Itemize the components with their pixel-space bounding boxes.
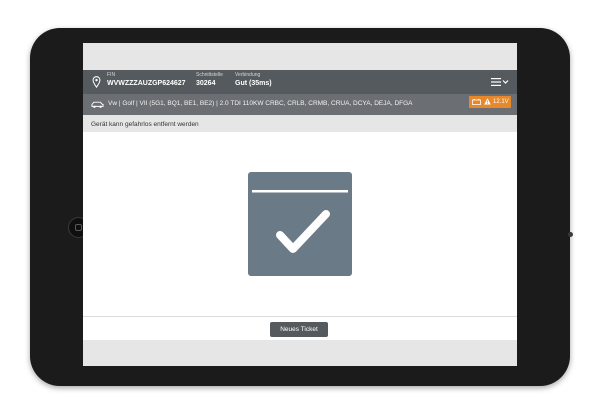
connection-field: Verbindung Gut (35ms) bbox=[235, 72, 272, 89]
status-message: Gerät kann gefahrlos entfernt werden bbox=[91, 121, 199, 128]
footer-bar: Neues Ticket bbox=[83, 316, 517, 340]
connection-label: Verbindung bbox=[235, 72, 261, 78]
chevron-down-icon bbox=[502, 80, 509, 84]
battery-status-badge[interactable]: 12.1V bbox=[469, 96, 511, 108]
header-bar: FIN WVWZZZAUZGP624627 Schnittstelle 3026… bbox=[83, 70, 517, 94]
vehicle-bar: Vw | Golf | VII (5G1, BQ1, BE1, BE2) | 2… bbox=[83, 94, 517, 115]
menu-dropdown-button[interactable] bbox=[490, 76, 510, 88]
location-pin-icon bbox=[92, 76, 101, 88]
vehicle-description: Vw | Golf | VII (5G1, BQ1, BE1, BE2) | 2… bbox=[108, 100, 413, 107]
interface-label: Schnittstelle bbox=[196, 72, 223, 78]
battery-voltage: 12.1V bbox=[493, 99, 509, 105]
app-screen: FIN WVWZZZAUZGP624627 Schnittstelle 3026… bbox=[83, 43, 517, 366]
battery-icon bbox=[472, 99, 481, 105]
new-ticket-button[interactable]: Neues Ticket bbox=[270, 322, 328, 337]
success-panel bbox=[248, 172, 352, 276]
hamburger-icon bbox=[491, 78, 501, 86]
fin-label: FIN bbox=[107, 72, 116, 78]
car-icon bbox=[91, 101, 104, 108]
fin-field: FIN WVWZZZAUZGP624627 bbox=[107, 72, 186, 89]
checkmark-icon bbox=[252, 190, 348, 253]
interface-value: 30264 bbox=[196, 80, 216, 87]
connection-value: Gut (35ms) bbox=[235, 80, 272, 87]
fin-value: WVWZZZAUZGP624627 bbox=[107, 80, 186, 87]
main-content bbox=[83, 132, 517, 316]
warning-icon bbox=[484, 98, 491, 105]
camera-icon bbox=[568, 232, 573, 237]
interface-field: Schnittstelle 30264 bbox=[196, 72, 223, 89]
